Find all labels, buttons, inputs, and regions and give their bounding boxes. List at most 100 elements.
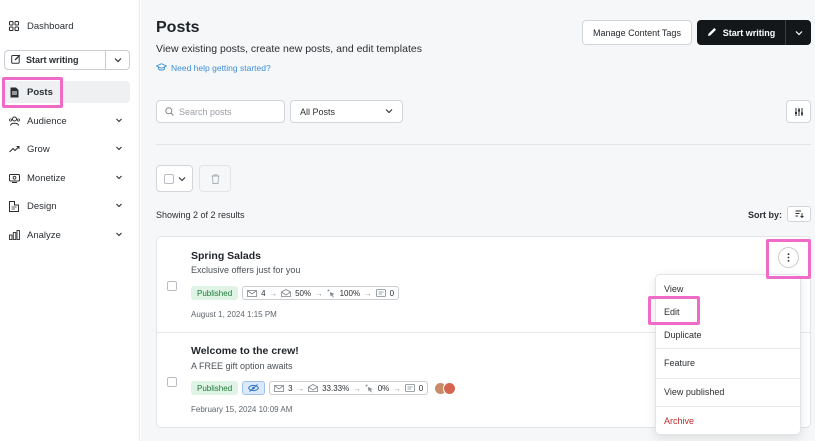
row-actions-button[interactable] bbox=[778, 247, 799, 268]
row-checkbox[interactable] bbox=[167, 281, 177, 291]
chevron-down-icon bbox=[116, 175, 122, 180]
menu-item-archive[interactable]: Archive bbox=[656, 410, 800, 432]
sidebar-item-label: Analyze bbox=[27, 229, 61, 241]
post-title[interactable]: Spring Salads bbox=[191, 250, 261, 262]
delete-button[interactable] bbox=[199, 165, 231, 192]
sidebar-item-analyze[interactable]: Analyze bbox=[4, 224, 130, 246]
sidebar-item-design[interactable]: Design bbox=[4, 195, 130, 217]
post-meta: Published 3 → 33.33% → 0% → 0 bbox=[191, 381, 457, 395]
avatar bbox=[443, 381, 457, 395]
author-avatars bbox=[434, 381, 457, 395]
chevron-down-icon bbox=[116, 118, 122, 123]
bulk-select-dropdown[interactable] bbox=[156, 165, 193, 192]
arrow-right-icon: → bbox=[296, 383, 305, 393]
sidebar-item-label: Grow bbox=[27, 143, 50, 155]
document-icon bbox=[8, 86, 20, 98]
sidebar-item-audience[interactable]: Audience bbox=[4, 110, 130, 132]
select-all-checkbox[interactable] bbox=[163, 173, 174, 184]
menu-item-feature[interactable]: Feature bbox=[656, 352, 800, 374]
sidebar-item-monetize[interactable]: Monetize bbox=[4, 167, 130, 189]
status-badge: Published bbox=[191, 286, 239, 300]
sidebar: Dashboard Start writing Posts Audience G… bbox=[0, 0, 140, 441]
post-date: February 15, 2024 10:09 AM bbox=[191, 405, 293, 414]
chevron-down-icon bbox=[114, 58, 121, 63]
envelope-icon bbox=[274, 384, 285, 392]
bar-chart-icon bbox=[8, 229, 20, 241]
row-checkbox[interactable] bbox=[167, 377, 177, 387]
chevron-down-icon bbox=[116, 146, 122, 151]
sort-icon bbox=[795, 210, 804, 218]
sort-button[interactable] bbox=[787, 206, 811, 222]
menu-divider bbox=[656, 406, 800, 407]
post-filter-value: All Posts bbox=[300, 106, 336, 117]
status-badge: Published bbox=[191, 381, 239, 395]
search-box bbox=[156, 100, 285, 123]
comment-count: 0 bbox=[389, 288, 395, 298]
menu-divider bbox=[656, 348, 800, 349]
grid-icon bbox=[8, 20, 20, 32]
post-subtitle: A FREE gift option awaits bbox=[191, 361, 293, 371]
sidebar-item-grow[interactable]: Grow bbox=[4, 138, 130, 160]
eye-slash-icon bbox=[248, 384, 260, 392]
arrow-right-icon: → bbox=[353, 383, 361, 393]
post-title[interactable]: Welcome to the crew! bbox=[191, 345, 299, 357]
manage-content-tags-button[interactable]: Manage Content Tags bbox=[582, 20, 692, 45]
monetize-icon bbox=[8, 172, 20, 184]
menu-divider bbox=[656, 378, 800, 379]
sidebar-start-writing-dropdown[interactable] bbox=[105, 51, 129, 69]
hidden-badge bbox=[242, 381, 266, 395]
arrow-right-icon: → bbox=[269, 288, 278, 298]
divider bbox=[156, 144, 811, 145]
sidebar-item-label: Monetize bbox=[27, 172, 66, 184]
sidebar-item-label: Dashboard bbox=[27, 20, 74, 32]
design-icon bbox=[8, 200, 20, 212]
pencil-icon bbox=[707, 27, 717, 39]
open-envelope-icon bbox=[308, 384, 318, 392]
row-actions-menu: View Edit Duplicate Feature View publish… bbox=[655, 274, 801, 435]
comment-count: 0 bbox=[418, 383, 424, 393]
click-rate: 0% bbox=[377, 383, 390, 393]
open-rate: 33.33% bbox=[322, 383, 350, 393]
arrow-right-icon: → bbox=[393, 383, 401, 393]
trend-up-icon bbox=[8, 143, 20, 155]
post-date: August 1, 2024 1:15 PM bbox=[191, 310, 277, 319]
post-stats: 3 → 33.33% → 0% → 0 bbox=[269, 381, 429, 395]
post-meta: Published 4 → 50% → 100% → 0 bbox=[191, 286, 400, 300]
recipients-count: 4 bbox=[261, 288, 266, 298]
sidebar-start-writing-button[interactable]: Start writing bbox=[5, 51, 105, 69]
page-subtitle: View existing posts, create new posts, a… bbox=[156, 43, 422, 55]
more-vertical-icon bbox=[787, 253, 790, 262]
click-icon bbox=[327, 289, 335, 297]
comment-icon bbox=[404, 384, 415, 392]
click-rate: 100% bbox=[339, 288, 361, 298]
start-writing-button[interactable]: Start writing bbox=[697, 20, 785, 45]
open-envelope-icon bbox=[281, 289, 291, 297]
arrow-right-icon: → bbox=[364, 288, 372, 298]
post-filter-select[interactable]: All Posts bbox=[290, 100, 403, 123]
audience-icon bbox=[8, 115, 20, 127]
sidebar-start-writing: Start writing bbox=[4, 50, 130, 70]
search-input[interactable] bbox=[179, 106, 274, 117]
chevron-down-icon bbox=[116, 203, 122, 208]
sidebar-item-posts[interactable]: Posts bbox=[4, 81, 130, 103]
start-writing-dropdown[interactable] bbox=[785, 20, 811, 45]
column-settings-button[interactable] bbox=[786, 100, 811, 123]
menu-item-edit[interactable]: Edit bbox=[656, 301, 800, 323]
comment-icon bbox=[375, 289, 386, 297]
sidebar-item-dashboard[interactable]: Dashboard bbox=[4, 15, 130, 37]
edit-icon bbox=[11, 54, 21, 66]
graduation-cap-icon bbox=[155, 63, 168, 73]
sidebar-item-label: Audience bbox=[27, 115, 67, 127]
recipients-count: 3 bbox=[288, 383, 293, 393]
sort-label: Sort by: bbox=[748, 210, 783, 220]
post-stats: 4 → 50% → 100% → 0 bbox=[242, 286, 400, 300]
help-link[interactable]: Need help getting started? bbox=[155, 63, 271, 73]
menu-item-view[interactable]: View bbox=[656, 278, 800, 300]
sliders-icon bbox=[794, 107, 803, 116]
sidebar-item-label: Design bbox=[27, 200, 57, 212]
menu-item-view-published[interactable]: View published bbox=[656, 381, 800, 403]
chevron-down-icon bbox=[116, 232, 122, 237]
chevron-down-icon bbox=[178, 176, 185, 181]
start-writing-split-button: Start writing bbox=[697, 20, 811, 45]
menu-item-duplicate[interactable]: Duplicate bbox=[656, 324, 800, 346]
